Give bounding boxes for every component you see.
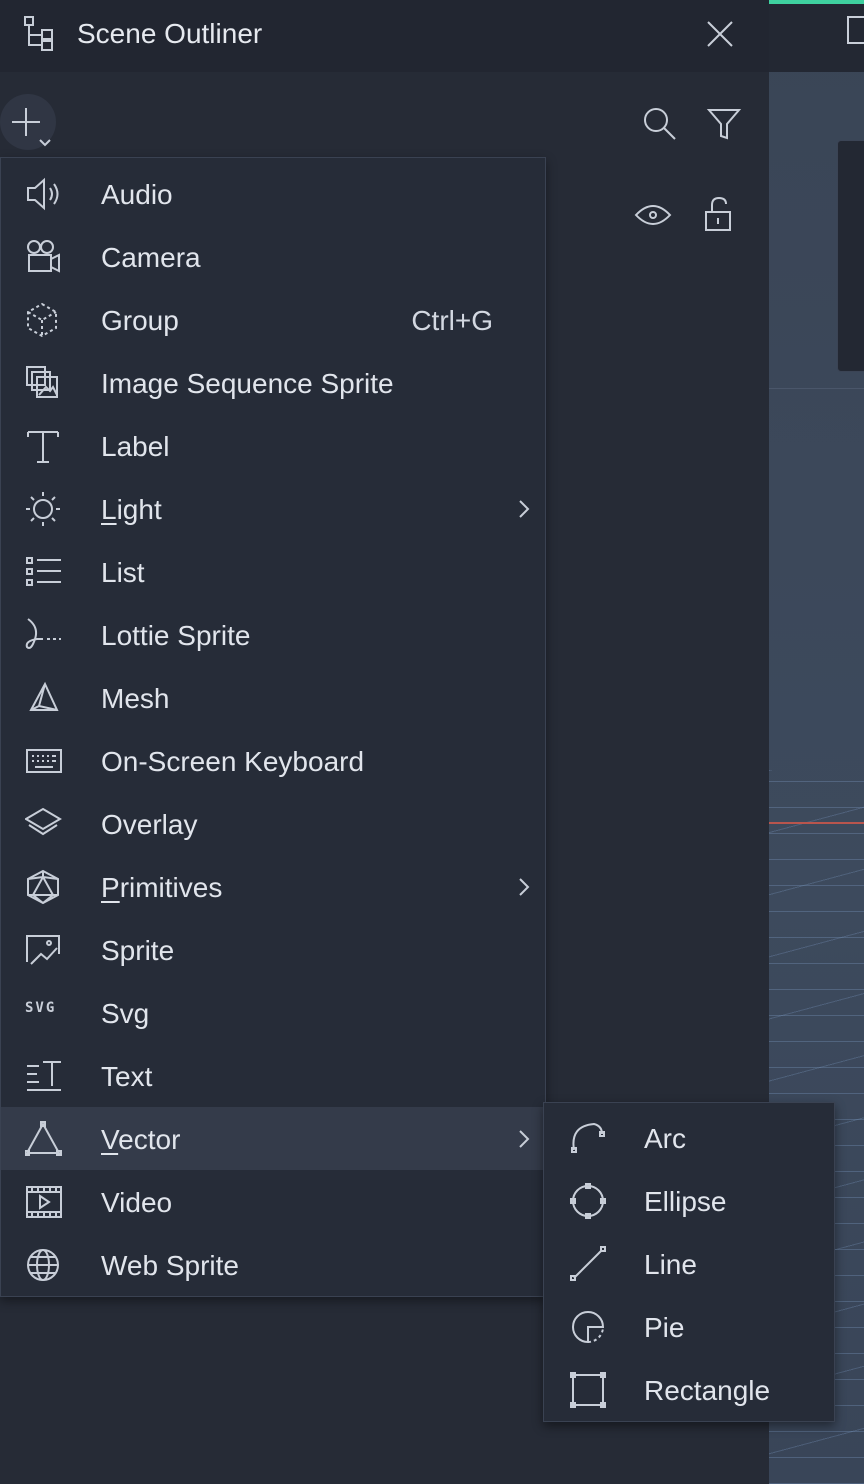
submenu-item-line[interactable]: Line bbox=[544, 1232, 834, 1295]
add-node-button[interactable] bbox=[0, 94, 56, 150]
clapperboard-icon[interactable] bbox=[847, 16, 864, 44]
submenu-item-arc[interactable]: Arc bbox=[544, 1106, 834, 1169]
video-icon bbox=[25, 1184, 63, 1220]
list-icon bbox=[25, 554, 63, 590]
submenu-item-label: Line bbox=[644, 1249, 697, 1280]
globe-icon bbox=[25, 1247, 63, 1283]
menu-item-on-screen-keyboard[interactable]: On-Screen Keyboard bbox=[1, 729, 545, 792]
mesh-icon bbox=[25, 680, 63, 716]
menu-item-image-sequence-sprite[interactable]: Image Sequence Sprite bbox=[1, 351, 545, 414]
chevron-right-icon bbox=[517, 1129, 531, 1149]
pie-icon bbox=[570, 1309, 606, 1345]
menu-item-label: Overlay bbox=[101, 809, 198, 840]
menu-item-label: Sprite bbox=[101, 935, 175, 966]
text-t-icon bbox=[25, 428, 63, 464]
create-node-menu: Audio Camera Group Ctrl+G Image Sequence… bbox=[0, 157, 546, 1297]
lottie-icon bbox=[25, 617, 63, 653]
triangle-icon bbox=[25, 1121, 63, 1157]
submenu-item-label: Rectangle bbox=[644, 1375, 771, 1406]
submenu-item-label: Ellipse bbox=[644, 1186, 727, 1217]
menu-item-label: Web Sprite bbox=[101, 1250, 239, 1281]
menu-item-web-sprite[interactable]: Web Sprite bbox=[1, 1233, 545, 1296]
menu-item-mesh[interactable]: Mesh bbox=[1, 666, 545, 729]
ellipse-icon bbox=[570, 1183, 606, 1219]
close-icon[interactable] bbox=[704, 18, 736, 50]
menu-item-label: Audio bbox=[101, 179, 173, 210]
vector-submenu: Arc Ellipse Line Pie Rectangle bbox=[543, 1102, 835, 1422]
panel-titlebar: Scene Outliner bbox=[0, 0, 769, 72]
arc-icon bbox=[570, 1120, 606, 1156]
outliner-tree-icon bbox=[24, 16, 56, 52]
unlock-icon[interactable] bbox=[702, 196, 734, 232]
shortcut-label: Ctrl+G bbox=[411, 305, 493, 336]
search-icon[interactable] bbox=[642, 106, 678, 142]
sun-icon bbox=[25, 491, 63, 527]
filter-icon[interactable] bbox=[706, 106, 742, 142]
menu-item-label-node[interactable]: Label bbox=[1, 414, 545, 477]
image-sequence-icon bbox=[25, 365, 63, 401]
menu-item-label: Text bbox=[101, 1061, 153, 1092]
panel-title: Scene Outliner bbox=[77, 18, 263, 49]
menu-item-label: List bbox=[101, 557, 145, 588]
line-icon bbox=[570, 1246, 606, 1282]
viewport-accent-bar bbox=[769, 0, 864, 4]
menu-item-vector[interactable]: Vector bbox=[1, 1107, 545, 1170]
menu-item-group[interactable]: Group Ctrl+G bbox=[1, 288, 545, 351]
sprite-icon bbox=[25, 932, 63, 968]
speaker-icon bbox=[25, 176, 63, 212]
menu-item-label: Light bbox=[101, 494, 162, 525]
group-icon bbox=[25, 302, 63, 338]
submenu-item-rectangle[interactable]: Rectangle bbox=[544, 1358, 834, 1421]
viewport-divider bbox=[769, 388, 864, 389]
submenu-item-label: Arc bbox=[644, 1123, 686, 1154]
viewport-side-panel bbox=[837, 140, 864, 372]
menu-item-label: On-Screen Keyboard bbox=[101, 746, 365, 777]
menu-item-video[interactable]: Video bbox=[1, 1170, 545, 1233]
menu-item-lottie-sprite[interactable]: Lottie Sprite bbox=[1, 603, 545, 666]
plus-icon bbox=[12, 108, 40, 136]
menu-item-sprite[interactable]: Sprite bbox=[1, 918, 545, 981]
chevron-right-icon bbox=[517, 499, 531, 519]
rectangle-icon bbox=[570, 1372, 606, 1408]
camera-icon bbox=[25, 239, 63, 275]
chevron-down-icon bbox=[39, 139, 51, 147]
submenu-item-label: Pie bbox=[644, 1312, 685, 1343]
menu-item-label: Svg bbox=[101, 998, 150, 1029]
text-block-icon bbox=[25, 1058, 63, 1094]
menu-item-label: Vector bbox=[101, 1124, 181, 1155]
primitives-icon bbox=[25, 869, 63, 905]
menu-item-text[interactable]: Text bbox=[1, 1044, 545, 1107]
menu-item-camera[interactable]: Camera bbox=[1, 225, 545, 288]
menu-item-label: Lottie Sprite bbox=[101, 620, 251, 651]
submenu-item-pie[interactable]: Pie bbox=[544, 1295, 834, 1358]
menu-item-primitives[interactable]: Primitives bbox=[1, 855, 545, 918]
menu-item-label: Group bbox=[101, 305, 179, 336]
chevron-right-icon bbox=[517, 877, 531, 897]
menu-item-audio[interactable]: Audio bbox=[1, 162, 545, 225]
keyboard-icon bbox=[25, 743, 63, 779]
menu-item-svg[interactable]: SVG Svg bbox=[1, 981, 545, 1044]
layers-icon bbox=[25, 806, 63, 842]
svg-icon: SVG bbox=[25, 1000, 57, 1016]
menu-item-label: Mesh bbox=[101, 683, 170, 714]
submenu-item-ellipse[interactable]: Ellipse bbox=[544, 1169, 834, 1232]
menu-item-label: Label bbox=[101, 431, 170, 462]
menu-item-label: Image Sequence Sprite bbox=[101, 368, 394, 399]
eye-icon[interactable] bbox=[634, 200, 672, 230]
menu-item-label: Camera bbox=[101, 242, 201, 273]
menu-item-label: Primitives bbox=[101, 872, 223, 903]
menu-item-label: Video bbox=[101, 1187, 173, 1218]
menu-item-list[interactable]: List bbox=[1, 540, 545, 603]
menu-item-overlay[interactable]: Overlay bbox=[1, 792, 545, 855]
viewport-axis-line bbox=[769, 822, 864, 824]
menu-item-light[interactable]: Light bbox=[1, 477, 545, 540]
